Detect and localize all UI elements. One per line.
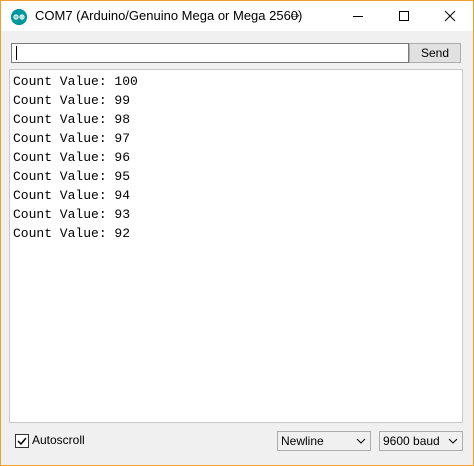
serial-output[interactable]: Count Value: 100 Count Value: 99 Count Val… bbox=[9, 69, 463, 423]
autoscroll-checkbox[interactable] bbox=[15, 434, 29, 448]
output-line: Count Value: 99 bbox=[13, 93, 131, 108]
serial-input[interactable] bbox=[11, 43, 409, 63]
minimize-button[interactable] bbox=[335, 1, 381, 31]
baud-rate-value: 9600 baud bbox=[383, 434, 440, 448]
output-line: Count Value: 94 bbox=[13, 188, 131, 203]
arduino-logo-icon bbox=[11, 9, 27, 25]
text-cursor bbox=[16, 46, 17, 60]
output-line: Count Value: 98 bbox=[13, 112, 131, 127]
status-bar: Autoscroll Newline 9600 baud bbox=[1, 425, 473, 465]
send-button[interactable]: Send bbox=[409, 43, 461, 63]
chevron-down-icon bbox=[356, 438, 366, 444]
output-line: Count Value: 95 bbox=[13, 169, 131, 184]
output-line: Count Value: 96 bbox=[13, 150, 131, 165]
window-title: COM7 (Arduino/Genuino Mega or Mega 2560) bbox=[35, 8, 303, 23]
autoscroll-label[interactable]: Autoscroll bbox=[32, 433, 85, 447]
output-line: Count Value: 97 bbox=[13, 131, 131, 146]
send-bar: Send bbox=[1, 31, 473, 69]
maximize-button[interactable] bbox=[381, 1, 427, 31]
close-button[interactable] bbox=[427, 1, 473, 31]
output-line: Count Value: 93 bbox=[13, 207, 131, 222]
resize-cursor-icon: ⇔ bbox=[288, 6, 302, 22]
line-ending-select[interactable]: Newline bbox=[277, 431, 371, 451]
serial-monitor-window: COM7 (Arduino/Genuino Mega or Mega 2560)… bbox=[0, 0, 474, 466]
line-ending-value: Newline bbox=[281, 434, 324, 448]
title-bar[interactable]: COM7 (Arduino/Genuino Mega or Mega 2560)… bbox=[1, 1, 473, 31]
baud-rate-select[interactable]: 9600 baud bbox=[379, 431, 463, 451]
output-line: Count Value: 100 bbox=[13, 74, 138, 89]
output-line: Count Value: 92 bbox=[13, 226, 131, 241]
chevron-down-icon bbox=[448, 438, 458, 444]
